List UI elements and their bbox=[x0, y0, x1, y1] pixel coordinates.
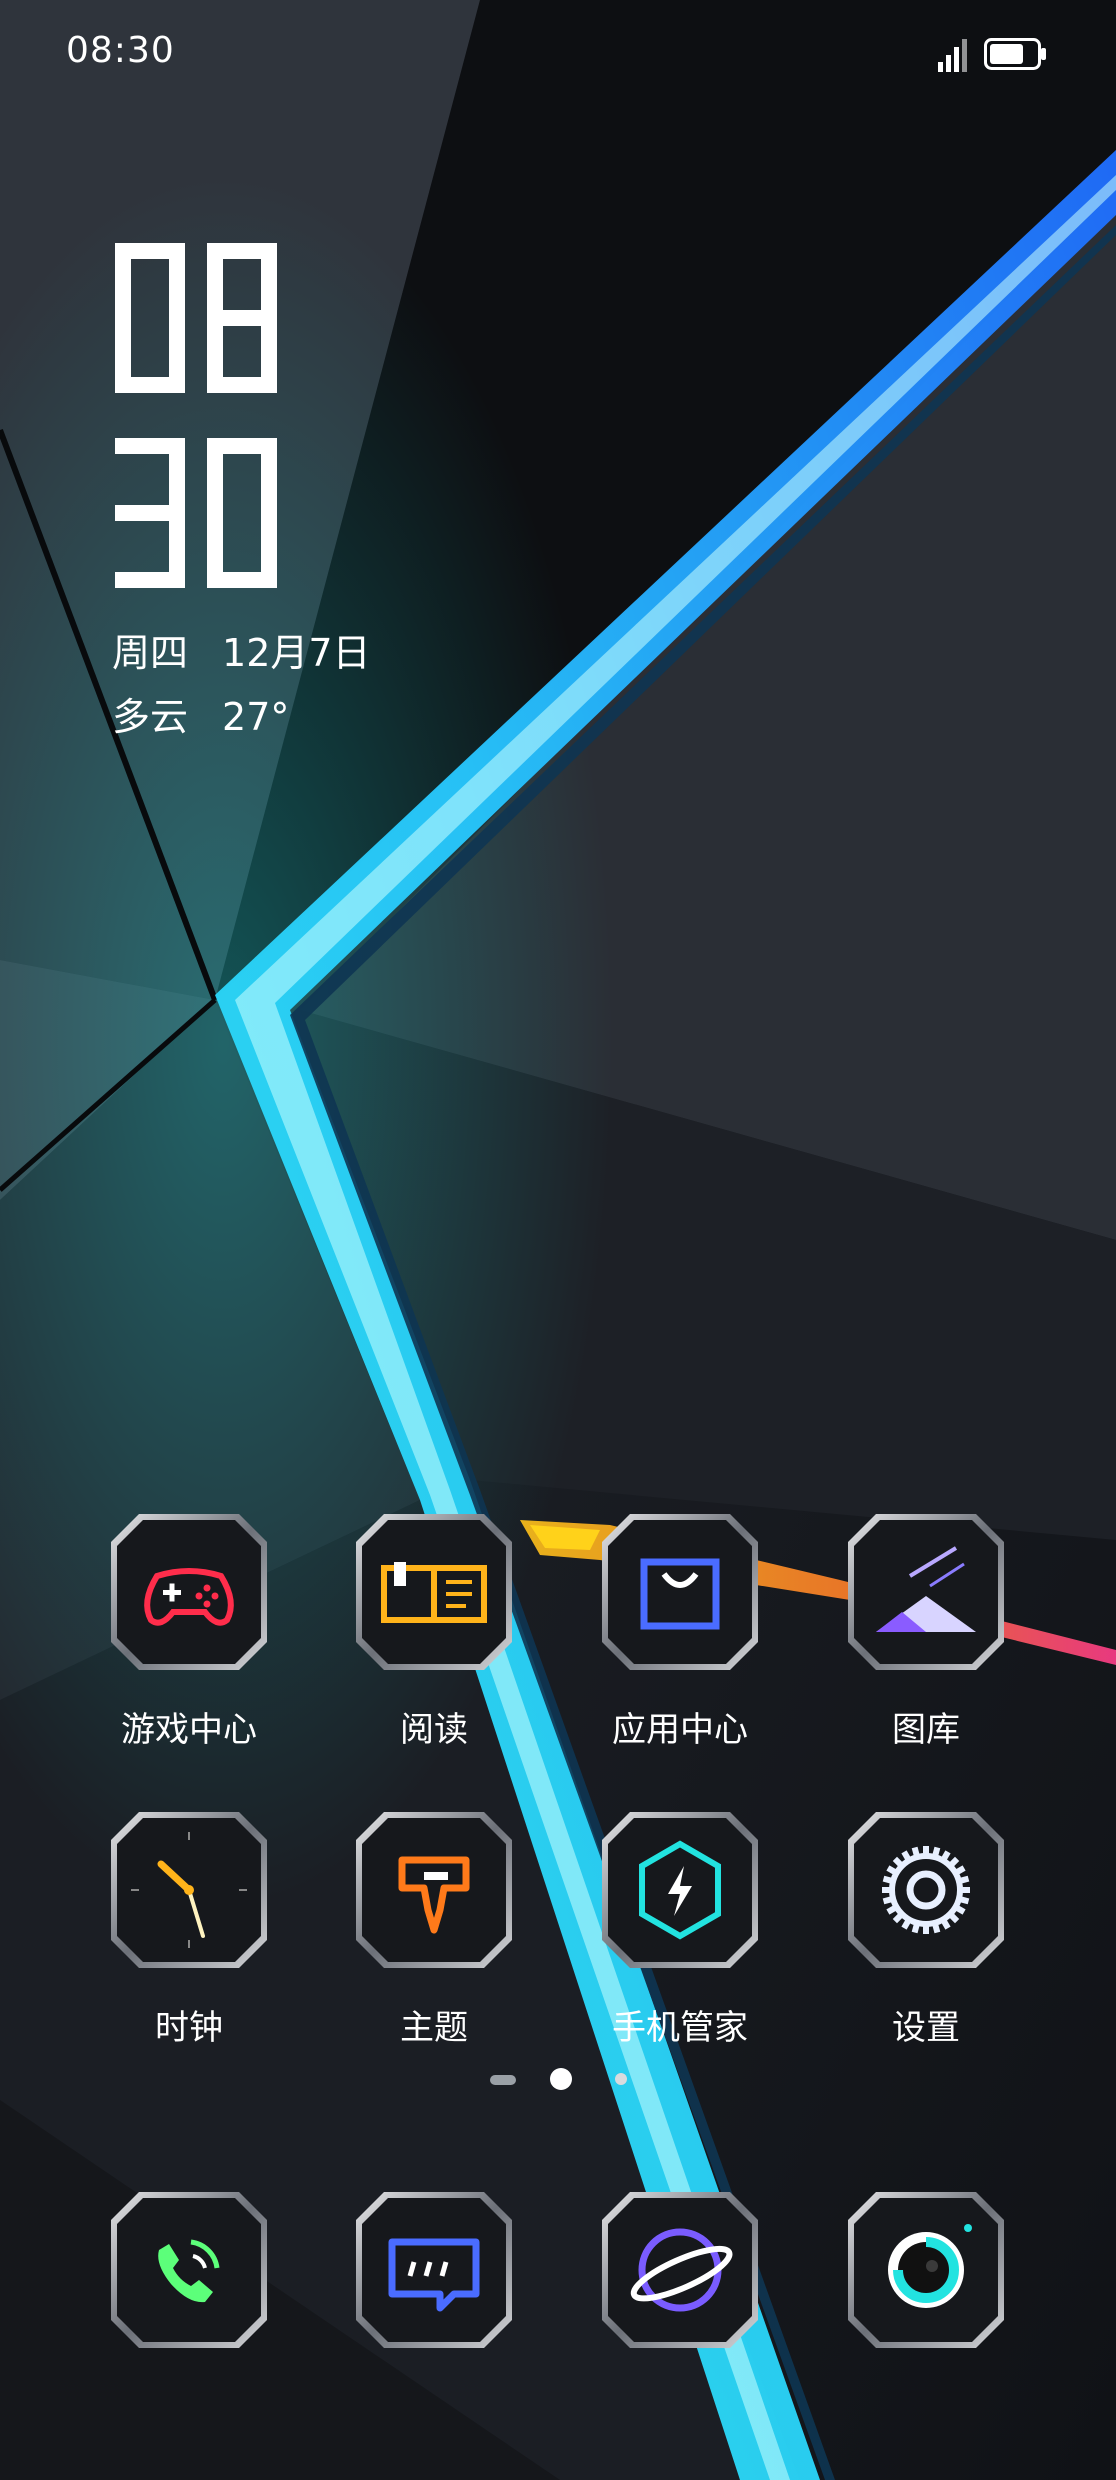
app-label[interactable]: 阅读 bbox=[314, 1702, 554, 1751]
camera-lens-icon bbox=[848, 2192, 1004, 2348]
app-label[interactable]: 主题 bbox=[314, 2000, 554, 2049]
app-icon-mountain-photo[interactable] bbox=[846, 1512, 1006, 1672]
date-line: 周四 12月7日 bbox=[112, 622, 405, 677]
clock-digit-segment bbox=[169, 243, 185, 318]
page-dot-1[interactable] bbox=[490, 2075, 516, 2085]
temperature-text: 27° bbox=[222, 695, 290, 739]
gear-icon bbox=[848, 1812, 1004, 1968]
phone-icon bbox=[111, 2192, 267, 2348]
app-icon-shield-bolt[interactable] bbox=[600, 1810, 760, 1970]
app-label[interactable]: 游戏中心 bbox=[69, 1702, 309, 1751]
dock-planet-browser-button[interactable] bbox=[600, 2190, 760, 2350]
clock-icon bbox=[111, 1812, 267, 1968]
clock-hour-digits bbox=[115, 243, 277, 393]
clock-digit-segment bbox=[207, 438, 223, 513]
clock-digit-segment bbox=[207, 310, 277, 326]
app-icon-paint-brush[interactable] bbox=[354, 1810, 514, 1970]
app-label[interactable]: 时钟 bbox=[69, 2000, 309, 2049]
mountain-photo-icon bbox=[848, 1514, 1004, 1670]
page-dot-2-active[interactable] bbox=[550, 2068, 572, 2090]
app-label[interactable]: 图库 bbox=[806, 1702, 1046, 1751]
paint-brush-icon bbox=[356, 1812, 512, 1968]
app-label[interactable]: 应用中心 bbox=[560, 1702, 800, 1751]
page-indicator bbox=[0, 2066, 1116, 2096]
app-icon-gear[interactable] bbox=[846, 1810, 1006, 1970]
app-label[interactable]: 手机管家 bbox=[560, 2000, 800, 2049]
clock-digit-segment bbox=[207, 243, 223, 318]
dock-camera-lens-button[interactable] bbox=[846, 2190, 1006, 2350]
weather-line: 多云 27° bbox=[112, 686, 323, 741]
clock-digit-segment bbox=[115, 572, 185, 588]
app-icon-gamepad[interactable] bbox=[109, 1512, 269, 1672]
app-icon-shopping-bag[interactable] bbox=[600, 1512, 760, 1672]
weekday-text: 周四 bbox=[112, 631, 189, 675]
gamepad-icon bbox=[111, 1514, 267, 1670]
weather-text: 多云 bbox=[112, 695, 189, 739]
clock-minute-digits bbox=[115, 438, 277, 588]
app-icon-clock[interactable] bbox=[109, 1810, 269, 1970]
clock-digit-segment bbox=[261, 438, 277, 513]
status-bar-time: 08:30 bbox=[66, 30, 175, 71]
open-book-icon bbox=[356, 1514, 512, 1670]
shield-bolt-icon bbox=[602, 1812, 758, 1968]
dock-phone-button[interactable] bbox=[109, 2190, 269, 2350]
clock-digit-segment bbox=[115, 318, 131, 393]
planet-browser-icon bbox=[602, 2192, 758, 2348]
clock-digit-segment bbox=[169, 438, 185, 513]
clock-digit-segment bbox=[115, 243, 131, 318]
clock-digit-segment bbox=[207, 513, 223, 588]
clock-digit-segment bbox=[207, 318, 223, 393]
shopping-bag-icon bbox=[602, 1514, 758, 1670]
app-icon-open-book[interactable] bbox=[354, 1512, 514, 1672]
signal-bars-icon bbox=[938, 39, 967, 72]
battery-icon bbox=[984, 38, 1046, 70]
app-label[interactable]: 设置 bbox=[806, 2000, 1046, 2049]
date-text: 12月7日 bbox=[222, 631, 371, 675]
lockscreen-big-clock bbox=[115, 243, 277, 588]
clock-digit-segment bbox=[261, 243, 277, 318]
message-bubble-icon bbox=[356, 2192, 512, 2348]
dock-message-bubble-button[interactable] bbox=[354, 2190, 514, 2350]
page-dot-3[interactable] bbox=[615, 2073, 627, 2085]
